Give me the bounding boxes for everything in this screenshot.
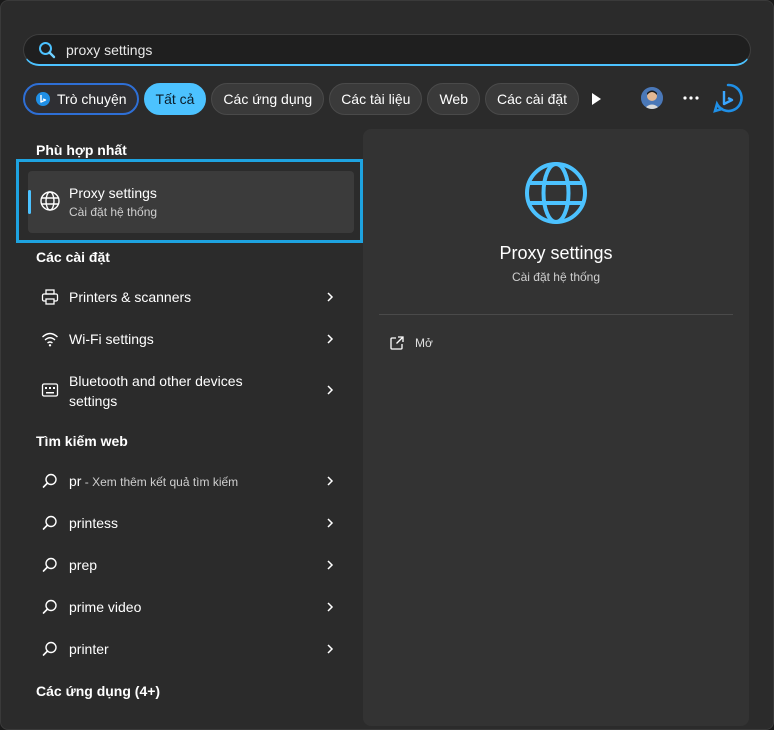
chevron-right-icon	[324, 643, 336, 655]
list-item-web-prep[interactable]: prep	[28, 545, 354, 585]
list-item-printers-scanners[interactable]: Printers & scanners	[28, 277, 354, 317]
preview-title: Proxy settings	[499, 243, 613, 263]
filter-settings-label: Các cài đặt	[497, 91, 568, 107]
filter-apps-label: Các ứng dụng	[223, 91, 313, 107]
list-item-web-printer[interactable]: printer	[28, 629, 354, 669]
apps-heading: Các ứng dụng (4+)	[36, 683, 161, 699]
list-item-label: Bluetooth and other devices settings	[69, 371, 243, 411]
search-icon	[40, 555, 60, 575]
list-item-label: printer	[69, 641, 109, 657]
list-item-label: prime video	[69, 599, 142, 615]
preview-subtitle: Cài đặt hệ thống	[511, 270, 601, 284]
filter-web-label: Web	[439, 91, 468, 107]
best-match-title: Proxy settings	[69, 185, 157, 201]
search-icon	[40, 513, 60, 533]
filter-apps-button[interactable]: Các ứng dụng	[211, 83, 325, 115]
list-item-web-pr[interactable]: pr - Xem thêm kết quả tìm kiếm	[28, 461, 354, 501]
list-item-label: prep	[69, 557, 98, 573]
list-item-wifi-settings[interactable]: Wi-Fi settings	[28, 319, 354, 359]
open-external-icon	[389, 335, 405, 351]
search-box[interactable]: proxy settings	[23, 34, 751, 66]
search-icon	[40, 597, 60, 617]
chevron-right-icon	[324, 333, 336, 345]
best-match-subtitle: Cài đặt hệ thống	[69, 205, 158, 219]
chevron-right-icon	[324, 291, 336, 303]
open-action[interactable]: Mở	[389, 335, 433, 351]
keyboard-icon	[40, 380, 60, 400]
filter-all-button[interactable]: Tất cả	[143, 83, 207, 115]
search-input[interactable]: proxy settings	[66, 42, 152, 58]
open-label: Mở	[415, 336, 433, 350]
list-item-web-prime-video[interactable]: prime video	[28, 587, 354, 627]
chevron-right-icon	[324, 475, 336, 487]
list-item-label-line1: Bluetooth and other devices	[69, 373, 243, 389]
list-item-label: pr - Xem thêm kết quả tìm kiếm	[69, 471, 238, 492]
list-item-label: printess	[69, 515, 119, 531]
chevron-right-icon	[324, 559, 336, 571]
filter-documents-label: Các tài liệu	[341, 91, 411, 107]
selection-indicator	[28, 190, 31, 214]
best-match-heading: Phù hợp nhất	[36, 142, 127, 158]
bing-icon[interactable]	[713, 83, 743, 113]
chevron-right-icon	[324, 601, 336, 613]
filter-bar: Trò chuyện Tất cả Các ứng dụng Các tài l…	[23, 82, 584, 116]
chevron-right-icon	[324, 384, 336, 396]
start-search-panel: proxy settings Trò chuyện Tất cả Các ứng…	[0, 0, 774, 730]
search-icon	[40, 471, 60, 491]
preview-pane: Proxy settings Cài đặt hệ thống Mở	[363, 129, 749, 726]
divider	[379, 314, 733, 315]
filter-settings-button[interactable]: Các cài đặt	[485, 83, 580, 115]
settings-heading: Các cài đặt	[36, 249, 110, 265]
best-match-item[interactable]: Proxy settings Cài đặt hệ thống	[28, 171, 354, 233]
bing-chat-icon	[35, 91, 51, 107]
search-icon	[40, 639, 60, 659]
list-item-label: Wi-Fi settings	[69, 331, 154, 347]
list-item-label: Printers & scanners	[69, 289, 192, 305]
list-item-web-printess[interactable]: printess	[28, 503, 354, 543]
web-search-heading: Tìm kiếm web	[36, 433, 128, 449]
more-filters-play-icon[interactable]	[587, 90, 605, 108]
wifi-icon	[40, 329, 60, 349]
web-query-text: pr	[69, 473, 82, 489]
filter-web-button[interactable]: Web	[427, 83, 480, 115]
filter-chat-label: Trò chuyện	[57, 91, 127, 107]
filter-all-label: Tất cả	[155, 91, 195, 107]
chevron-right-icon	[324, 517, 336, 529]
web-query-hint: - Xem thêm kết quả tìm kiếm	[81, 475, 239, 489]
list-item-label-line2: settings	[69, 393, 118, 409]
search-icon	[38, 41, 56, 59]
globe-icon	[39, 190, 61, 212]
avatar[interactable]	[641, 87, 663, 109]
filter-documents-button[interactable]: Các tài liệu	[329, 83, 423, 115]
printer-icon	[40, 287, 60, 307]
more-options-icon[interactable]	[681, 87, 701, 109]
list-item-bluetooth-devices[interactable]: Bluetooth and other devices settings	[28, 365, 354, 415]
filter-chat-button[interactable]: Trò chuyện	[23, 83, 139, 115]
globe-icon	[523, 160, 589, 226]
